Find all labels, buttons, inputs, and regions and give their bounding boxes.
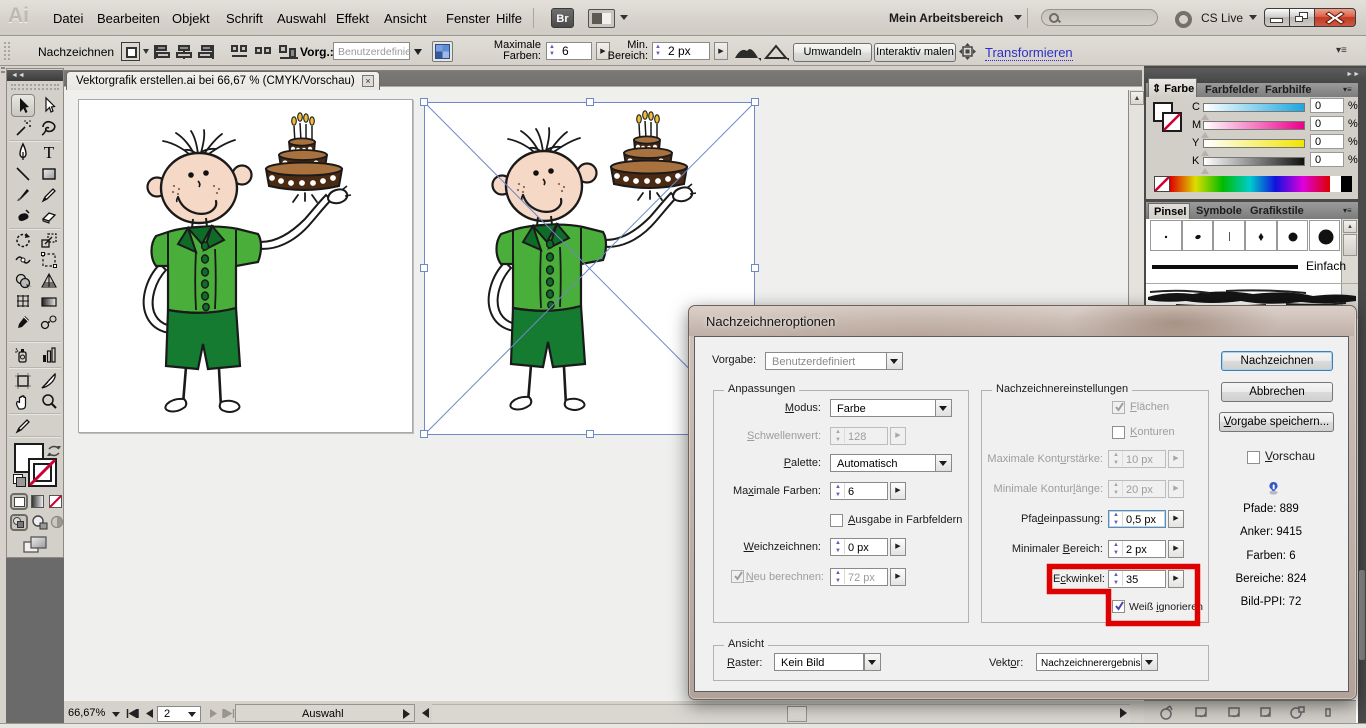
svg-text:T: T	[44, 143, 55, 162]
